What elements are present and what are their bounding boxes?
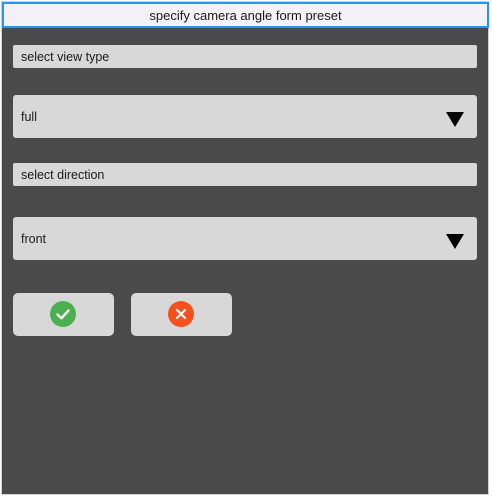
view-type-selected: full <box>21 109 37 124</box>
confirm-button[interactable] <box>13 293 114 336</box>
camera-angle-dialog: specify camera angle form preset select … <box>1 1 489 495</box>
dialog-title-bar: specify camera angle form preset <box>2 2 489 28</box>
dialog-title: specify camera angle form preset <box>149 7 342 23</box>
close-icon <box>168 301 194 327</box>
view-type-label: select view type <box>13 45 477 68</box>
direction-selected: front <box>21 231 47 246</box>
cancel-button[interactable] <box>131 293 232 336</box>
dropdown-arrow-icon <box>446 234 464 249</box>
direction-dropdown[interactable]: front <box>13 217 477 260</box>
direction-label: select direction <box>13 163 477 186</box>
check-icon <box>50 301 76 327</box>
view-type-dropdown[interactable]: full <box>13 95 477 138</box>
dropdown-arrow-icon <box>446 112 464 127</box>
